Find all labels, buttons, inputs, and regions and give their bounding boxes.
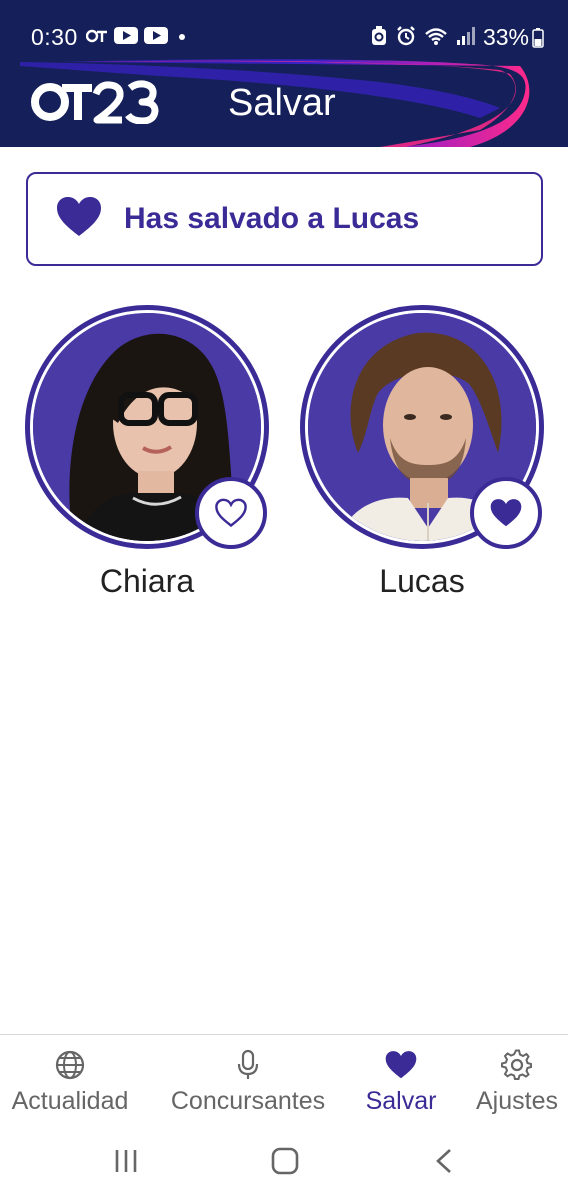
status-right-icons	[370, 26, 476, 46]
bottom-navigation: Actualidad Concursantes Salvar Ajustes	[0, 1034, 568, 1126]
saved-confirmation-banner: Has salvado a Lucas	[26, 172, 543, 266]
battery-indicator: 33%	[483, 24, 544, 51]
app-bar: Salvar	[0, 62, 568, 147]
youtube-icon	[114, 27, 138, 44]
recycle-icon	[372, 26, 386, 45]
home-icon[interactable]	[270, 1146, 300, 1176]
nav-label: Salvar	[365, 1087, 437, 1115]
heart-icon	[385, 1051, 417, 1079]
battery-icon	[532, 27, 544, 48]
system-navigation-bar	[0, 1126, 568, 1200]
save-button-lucas[interactable]	[470, 477, 542, 549]
status-bar: 0:30 33%	[0, 0, 568, 62]
status-left-icons	[86, 27, 190, 44]
microphone-icon	[237, 1049, 259, 1079]
nav-label: Actualidad	[11, 1087, 129, 1115]
page-title: Salvar	[228, 82, 336, 124]
globe-icon	[55, 1050, 85, 1080]
battery-percent: 33%	[482, 24, 529, 50]
nav-label: Ajustes	[476, 1087, 558, 1115]
saved-banner-text: Has salvado a Lucas	[124, 202, 420, 235]
ot23-logo	[31, 80, 159, 124]
gear-icon	[501, 1049, 532, 1080]
wifi-icon	[425, 28, 447, 45]
save-button-chiara[interactable]	[195, 477, 267, 549]
nav-item-actualidad[interactable]: Actualidad	[8, 1049, 132, 1116]
youtube-icon	[144, 27, 168, 44]
nav-item-concursantes[interactable]: Concursantes	[166, 1049, 330, 1116]
contestant-name: Chiara	[99, 563, 195, 599]
dot-icon	[179, 33, 185, 40]
status-time: 0:30	[31, 24, 78, 50]
contestant-name: Lucas	[379, 563, 465, 599]
recents-icon[interactable]	[113, 1148, 139, 1174]
nav-label: Concursantes	[170, 1087, 326, 1115]
app-header: 0:30 33% Salvar	[0, 0, 568, 147]
heart-outline-icon	[215, 498, 247, 528]
heart-filled-icon	[490, 499, 522, 527]
signal-icon	[457, 27, 475, 45]
heart-filled-icon	[57, 197, 101, 236]
ot-icon	[86, 29, 107, 42]
nav-item-salvar[interactable]: Salvar	[361, 1049, 441, 1116]
back-icon[interactable]	[432, 1147, 456, 1175]
alarm-icon	[397, 26, 415, 46]
nav-item-ajustes[interactable]: Ajustes	[470, 1049, 564, 1116]
